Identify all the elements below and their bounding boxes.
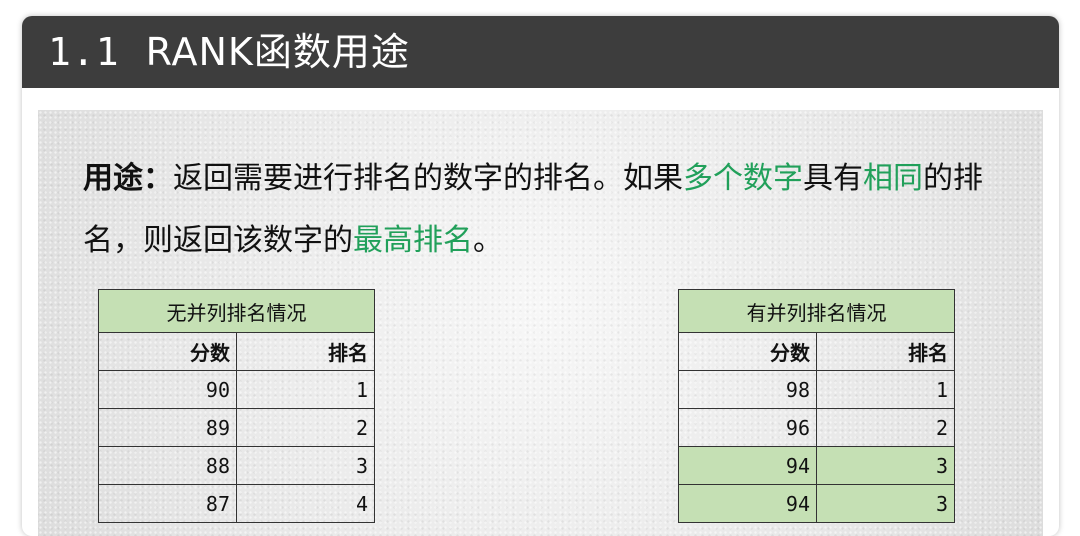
description-text-2: 具有	[803, 161, 863, 196]
score-cell: 96	[678, 408, 817, 447]
column-header-rank: 排名	[816, 332, 955, 371]
table-caption: 有并列排名情况	[678, 289, 955, 333]
slide-card: 1.1 RANK函数用途 用途：返回需要进行排名的数字的排名。如果多个数字具有相同…	[22, 16, 1059, 536]
table-row: 98 1	[678, 370, 955, 409]
section-title: RANK函数用途	[145, 30, 410, 74]
score-cell: 88	[98, 446, 237, 485]
table-caption: 无并列排名情况	[98, 289, 375, 333]
table-row-tied: 94 3	[678, 446, 955, 485]
table-no-ties: 无并列排名情况 分数 排名 90 1 89 2 88 3 87 4	[98, 289, 375, 523]
table-row: 96 2	[678, 408, 955, 447]
table-row: 87 4	[98, 484, 375, 523]
rank-cell: 1	[816, 370, 955, 409]
table-row: 90 1	[98, 370, 375, 409]
highlight-same: 相同	[863, 161, 923, 196]
rank-cell: 3	[816, 484, 955, 523]
rank-cell: 2	[236, 408, 375, 447]
section-number: 1.1	[48, 30, 120, 74]
title-bar: 1.1 RANK函数用途	[22, 16, 1059, 88]
score-cell: 94	[678, 446, 817, 485]
table-row: 89 2	[98, 408, 375, 447]
rank-cell: 2	[816, 408, 955, 447]
column-header-score: 分数	[98, 332, 237, 371]
description-text-1: 返回需要进行排名的数字的排名。如果	[173, 161, 683, 196]
description-paragraph: 用途：返回需要进行排名的数字的排名。如果多个数字具有相同的排名，则返回该数字的最…	[83, 148, 1013, 272]
table-row-tied: 94 3	[678, 484, 955, 523]
rank-cell: 3	[236, 446, 375, 485]
score-cell: 89	[98, 408, 237, 447]
score-cell: 94	[678, 484, 817, 523]
highlight-highest-rank: 最高排名	[353, 223, 473, 258]
score-cell: 98	[678, 370, 817, 409]
table-with-ties: 有并列排名情况 分数 排名 98 1 96 2 94 3 94 3	[678, 289, 955, 523]
slide-title: 1.1 RANK函数用途	[48, 29, 410, 75]
description-label: 用途：	[83, 161, 173, 196]
column-header-rank: 排名	[236, 332, 375, 371]
content-panel: 用途：返回需要进行排名的数字的排名。如果多个数字具有相同的排名，则返回该数字的最…	[38, 110, 1043, 536]
score-cell: 87	[98, 484, 237, 523]
rank-cell: 4	[236, 484, 375, 523]
score-cell: 90	[98, 370, 237, 409]
table-row: 88 3	[98, 446, 375, 485]
rank-cell: 3	[816, 446, 955, 485]
rank-cell: 1	[236, 370, 375, 409]
description-text-4: 。	[473, 223, 503, 258]
column-header-score: 分数	[678, 332, 817, 371]
highlight-multiple-numbers: 多个数字	[683, 161, 803, 196]
